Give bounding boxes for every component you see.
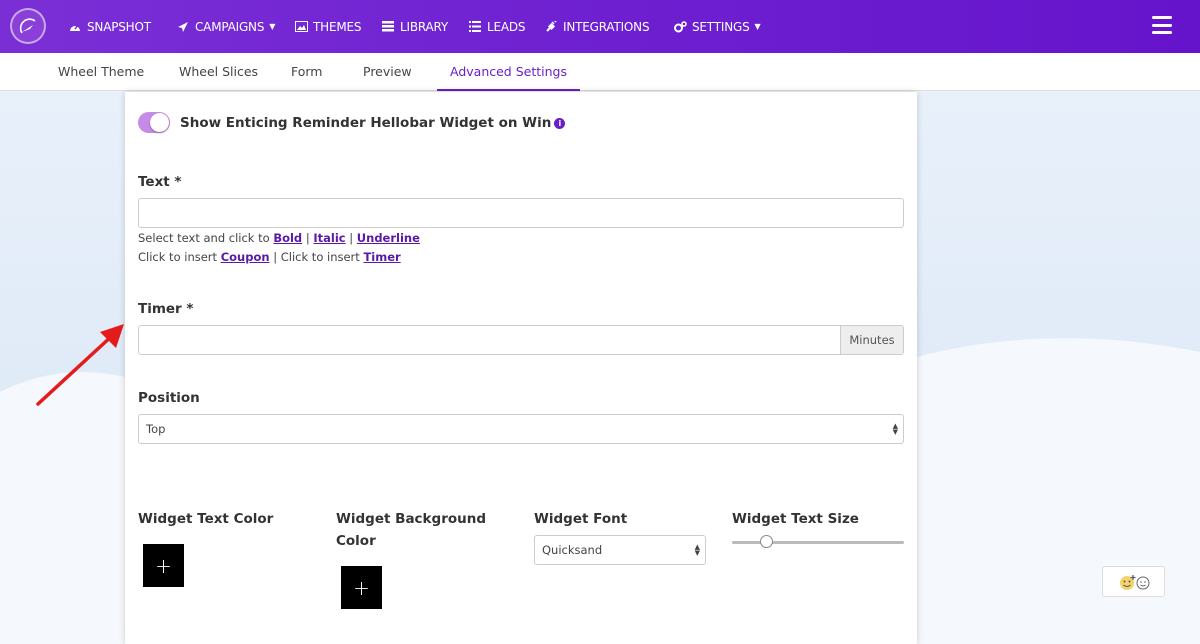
- hellobar-toggle-text: Show Enticing Reminder Hellobar Widget o…: [180, 115, 552, 131]
- widget-font-selected-value: Quicksand: [542, 543, 603, 557]
- nav-campaigns-label: CAMPAIGNS: [195, 19, 265, 34]
- widget-font-label: Widget Font: [534, 511, 628, 527]
- widget-bg-color-label: Widget Background: [336, 511, 486, 527]
- nav-settings-label: SETTINGS: [692, 19, 750, 34]
- nav-themes-label: THEMES: [313, 19, 362, 34]
- nav-campaigns[interactable]: CAMPAIGNS ▼: [176, 0, 275, 53]
- separator: |: [345, 231, 357, 245]
- insert-coupon-link[interactable]: Coupon: [221, 250, 270, 264]
- widget-bg-color-label-2: Color: [336, 533, 376, 549]
- tab-advanced-settings[interactable]: Advanced Settings: [437, 53, 580, 91]
- top-navigation-bar: SNAPSHOT CAMPAIGNS ▼ THEMES LIBRARY LEAD…: [0, 0, 1200, 53]
- chevron-down-icon: ▼: [269, 22, 276, 31]
- timer-input[interactable]: Minutes: [138, 325, 904, 355]
- editor-tabs: Wheel Theme Wheel Slices Form Preview Ad…: [0, 53, 1200, 91]
- plus-icon: +: [353, 575, 370, 600]
- tab-form[interactable]: Form: [291, 53, 323, 91]
- nav-settings[interactable]: SETTINGS ▼: [673, 0, 761, 53]
- timer-field-label: Timer *: [138, 301, 194, 317]
- position-select[interactable]: Top ▲ ▼: [138, 414, 904, 444]
- dashboard-icon: [68, 20, 82, 34]
- nav-library-label: LIBRARY: [400, 19, 449, 34]
- nav-integrations[interactable]: INTEGRATIONS: [544, 0, 650, 53]
- emoji-picker-button[interactable]: [1102, 566, 1165, 597]
- widget-text-color-label: Widget Text Color: [138, 511, 274, 527]
- wheel-logo-icon: [19, 18, 36, 34]
- list-icon: [381, 20, 395, 34]
- bold-link[interactable]: Bold: [273, 231, 302, 245]
- position-field-label: Position: [138, 390, 200, 406]
- widget-text-size-label: Widget Text Size: [732, 511, 859, 527]
- italic-link[interactable]: Italic: [313, 231, 345, 245]
- image-icon: [294, 20, 308, 34]
- position-selected-value: Top: [146, 422, 166, 436]
- chevron-down-icon: ▼: [754, 22, 761, 31]
- insert-helper-text: Click to insert Coupon | Click to insert…: [138, 250, 401, 264]
- advanced-settings-panel: Show Enticing Reminder Hellobar Widget o…: [125, 92, 917, 644]
- nav-themes[interactable]: THEMES: [294, 0, 361, 53]
- tab-wheel-theme[interactable]: Wheel Theme: [58, 53, 144, 91]
- underline-link[interactable]: Underline: [357, 231, 420, 245]
- nav-snapshot[interactable]: SNAPSHOT: [68, 0, 151, 53]
- insert-helper-prefix: Click to insert: [138, 250, 221, 264]
- format-helper-text: Select text and click to Bold | Italic |…: [138, 231, 420, 245]
- hellobar-widget-toggle[interactable]: [138, 112, 170, 133]
- nav-leads[interactable]: LEADS: [468, 0, 526, 53]
- text-input[interactable]: [138, 198, 904, 228]
- hellobar-toggle-label: Show Enticing Reminder Hellobar Widget o…: [180, 115, 566, 131]
- nav-integrations-label: INTEGRATIONS: [563, 19, 650, 34]
- separator: |: [302, 231, 314, 245]
- slider-thumb[interactable]: [760, 535, 774, 548]
- widget-font-select[interactable]: Quicksand ▲ ▼: [534, 535, 706, 565]
- insert-helper-mid: | Click to insert: [269, 250, 364, 264]
- nav-leads-label: LEADS: [487, 19, 526, 34]
- plug-icon: [544, 20, 558, 34]
- gears-icon: [673, 20, 687, 34]
- tab-preview[interactable]: Preview: [363, 53, 412, 91]
- annotation-arrow: [36, 324, 124, 406]
- toggle-knob: [150, 113, 169, 132]
- widget-text-size-slider[interactable]: [732, 535, 904, 548]
- widget-bg-color-button[interactable]: +: [341, 566, 382, 609]
- app-logo[interactable]: [10, 8, 46, 44]
- list-lines-icon: [468, 20, 482, 34]
- minutes-addon: Minutes: [840, 326, 903, 354]
- widget-bg-color-label-line2: Color: [336, 533, 376, 549]
- emoji-add-icon: [1119, 574, 1149, 590]
- insert-timer-link[interactable]: Timer: [363, 250, 400, 264]
- paper-plane-icon: [176, 20, 190, 34]
- nav-snapshot-label: SNAPSHOT: [87, 19, 151, 34]
- widget-bg-color-label-line1: Widget Background: [336, 511, 487, 527]
- tab-wheel-slices[interactable]: Wheel Slices: [179, 53, 258, 91]
- select-arrows-icon: ▲ ▼: [892, 422, 898, 436]
- format-helper-prefix: Select text and click to: [138, 231, 274, 245]
- plus-icon: +: [155, 553, 172, 578]
- hamburger-menu-icon[interactable]: [1152, 16, 1172, 34]
- nav-library[interactable]: LIBRARY: [381, 0, 448, 53]
- info-icon[interactable]: i: [554, 118, 566, 129]
- select-arrows-icon: ▲ ▼: [694, 543, 700, 557]
- text-field-label: Text *: [138, 174, 182, 190]
- widget-text-color-button[interactable]: +: [143, 544, 184, 587]
